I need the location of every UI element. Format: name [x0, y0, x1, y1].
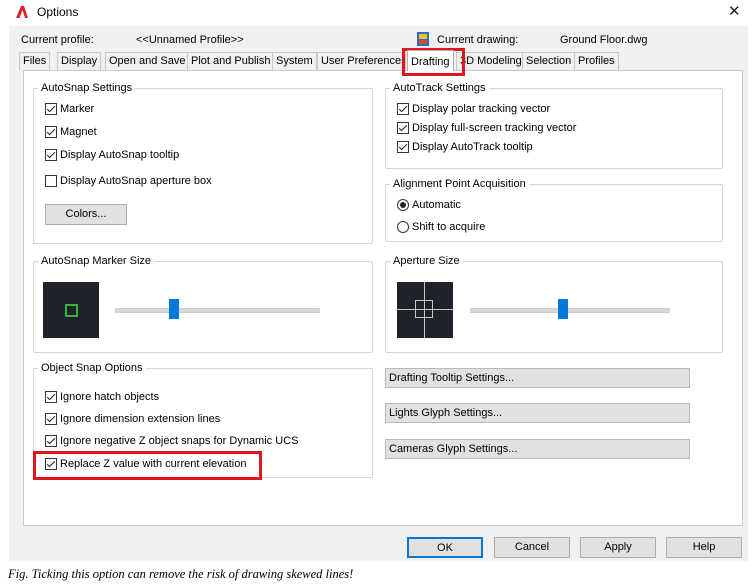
aperture-size-slider-track[interactable] — [470, 308, 670, 313]
tab-open-and-save[interactable]: Open and Save — [105, 52, 190, 70]
tab-plot-and-publish[interactable]: Plot and Publish — [187, 52, 275, 70]
full-screen-tracking-label: Display full-screen tracking vector — [412, 122, 577, 134]
aperture-size-preview — [397, 282, 453, 338]
ignore-negative-z-checkbox[interactable] — [45, 435, 57, 447]
marker-preview-icon — [65, 304, 78, 317]
current-profile-label: Current profile: — [21, 34, 94, 46]
tab-display[interactable]: Display — [57, 52, 102, 70]
help-button[interactable]: Help — [666, 537, 742, 558]
aperture-size-slider-thumb[interactable] — [558, 299, 569, 319]
magnet-label: Magnet — [60, 126, 97, 138]
cameras-glyph-settings-button[interactable]: Cameras Glyph Settings... — [385, 439, 690, 459]
marker-size-slider-thumb[interactable] — [169, 299, 180, 319]
ignore-dimension-lines-label: Ignore dimension extension lines — [60, 413, 221, 425]
close-icon[interactable]: ✕ — [728, 2, 741, 20]
polar-tracking-label: Display polar tracking vector — [412, 103, 551, 115]
window-title: Options — [37, 5, 79, 19]
drawing-file-icon — [417, 32, 429, 46]
aperture-size-legend: Aperture Size — [393, 255, 460, 267]
current-profile-value: <<Unnamed Profile>> — [136, 34, 244, 46]
automatic-label: Automatic — [412, 199, 461, 211]
ignore-dimension-lines-checkbox[interactable] — [45, 413, 57, 425]
aperture-box-icon — [415, 300, 433, 318]
autosnap-tooltip-label: Display AutoSnap tooltip — [60, 149, 180, 161]
ignore-negative-z-label: Ignore negative Z object snaps for Dynam… — [60, 435, 299, 447]
apply-button[interactable]: Apply — [580, 537, 656, 558]
lights-glyph-settings-button[interactable]: Lights Glyph Settings... — [385, 403, 690, 423]
magnet-checkbox[interactable] — [45, 126, 57, 138]
tab-3d-modeling[interactable]: 3D Modeling — [456, 52, 526, 70]
cancel-button[interactable]: Cancel — [494, 537, 570, 558]
shift-to-acquire-label: Shift to acquire — [412, 221, 486, 233]
tab-user-preferences[interactable]: User Preferences — [317, 52, 406, 70]
tab-system[interactable]: System — [272, 52, 317, 70]
current-drawing-value: Ground Floor.dwg — [560, 34, 648, 46]
marker-checkbox[interactable] — [45, 103, 57, 115]
autosnap-tooltip-checkbox[interactable] — [45, 149, 57, 161]
drafting-tooltip-settings-button[interactable]: Drafting Tooltip Settings... — [385, 368, 690, 388]
automatic-radio[interactable] — [397, 199, 409, 211]
polar-tracking-checkbox[interactable] — [397, 103, 409, 115]
marker-label: Marker — [60, 103, 95, 115]
colors-button[interactable]: Colors... — [45, 204, 127, 225]
marker-size-legend: AutoSnap Marker Size — [41, 255, 152, 267]
title-bar: Options ✕ — [0, 0, 752, 26]
marker-size-slider-track[interactable] — [115, 308, 320, 313]
tab-drafting[interactable]: Drafting — [407, 50, 454, 71]
tab-selection[interactable]: Selection — [522, 52, 576, 70]
autotrack-tooltip-label: Display AutoTrack tooltip — [412, 141, 533, 153]
autotrack-tooltip-checkbox[interactable] — [397, 141, 409, 153]
current-drawing-label: Current drawing: — [437, 34, 519, 46]
object-snap-options-legend: Object Snap Options — [41, 362, 143, 374]
autotrack-settings-legend: AutoTrack Settings — [393, 82, 486, 94]
tab-profiles[interactable]: Profiles — [574, 52, 619, 70]
ignore-hatch-checkbox[interactable] — [45, 391, 57, 403]
tab-files[interactable]: Files — [19, 52, 51, 70]
ignore-hatch-label: Ignore hatch objects — [60, 391, 160, 403]
alignment-point-legend: Alignment Point Acquisition — [393, 178, 526, 190]
aperture-box-label: Display AutoSnap aperture box — [60, 175, 212, 187]
aperture-box-checkbox[interactable] — [45, 175, 57, 187]
shift-to-acquire-radio[interactable] — [397, 221, 409, 233]
full-screen-tracking-checkbox[interactable] — [397, 122, 409, 134]
ok-button[interactable]: OK — [407, 537, 483, 558]
autosnap-settings-legend: AutoSnap Settings — [41, 82, 133, 94]
autocad-logo-icon — [16, 6, 28, 18]
figure-caption: Fig. Ticking this option can remove the … — [8, 567, 354, 581]
marker-size-preview — [43, 282, 99, 338]
replace-z-highlight — [33, 451, 262, 480]
